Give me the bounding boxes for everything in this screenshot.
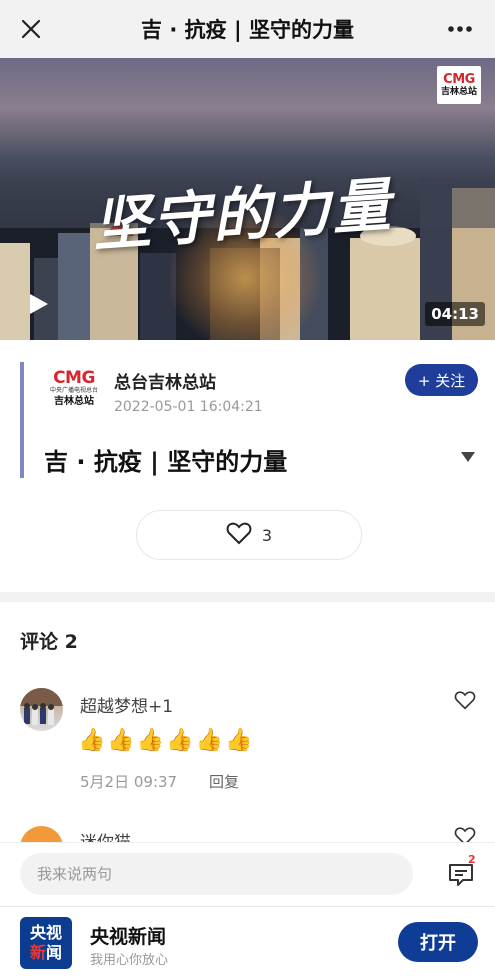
page-title: 吉 · 抗疫 | 坚守的力量 [141,18,354,42]
author-name[interactable]: 总台吉林总站 [114,368,216,393]
open-app-button[interactable]: 打开 [398,922,478,962]
comment-author: 超越梦想+1 [80,697,174,717]
comment-time: 5月2日 09:37 [80,773,178,791]
comments-header: 评论 2 [20,631,78,653]
top-bar: 吉 · 抗疫 | 坚守的力量 [0,0,495,58]
comment-count-badge: 2 [468,853,476,866]
more-options-icon[interactable] [443,12,477,46]
app-slogan: 我用心你放心 [90,953,169,968]
like-count: 3 [261,525,273,545]
app-name: 央视新闻 [90,926,167,948]
publish-time: 2022-05-01 16:04:21 [114,399,263,415]
like-button[interactable]: 3 [136,510,362,560]
play-icon[interactable] [26,292,50,316]
cctv-news-logo-icon: 央视 新闻 [20,917,72,969]
cmg-logo-icon: CMG 吉林总站 [437,66,481,104]
comment-avatar[interactable] [20,688,63,731]
section-divider [0,592,495,602]
follow-button[interactable]: + 关注 [405,364,478,396]
article-title: 吉 · 抗疫 | 坚守的力量 [44,448,288,476]
comment-text: 👍👍👍👍👍👍 [78,728,255,753]
comment-input[interactable] [20,853,413,895]
comment-like-heart-icon[interactable] [454,690,476,714]
expand-triangle-icon[interactable] [460,448,476,462]
heart-icon [226,521,252,549]
video-player[interactable]: CMG 吉林总站 坚守的力量 04:13 [0,58,495,340]
reply-button[interactable]: 回复 [209,771,239,792]
comment-input-bar: 2 [0,842,495,906]
video-duration: 04:13 [425,302,485,326]
author-avatar-cmg-logo-icon[interactable]: CMG 中央广播电视总台 吉林总站 [46,365,102,413]
app-download-banner: 央视 新闻 央视新闻 我用心你放心 打开 [0,906,495,977]
close-icon[interactable] [14,12,48,46]
accent-bar [20,362,24,478]
